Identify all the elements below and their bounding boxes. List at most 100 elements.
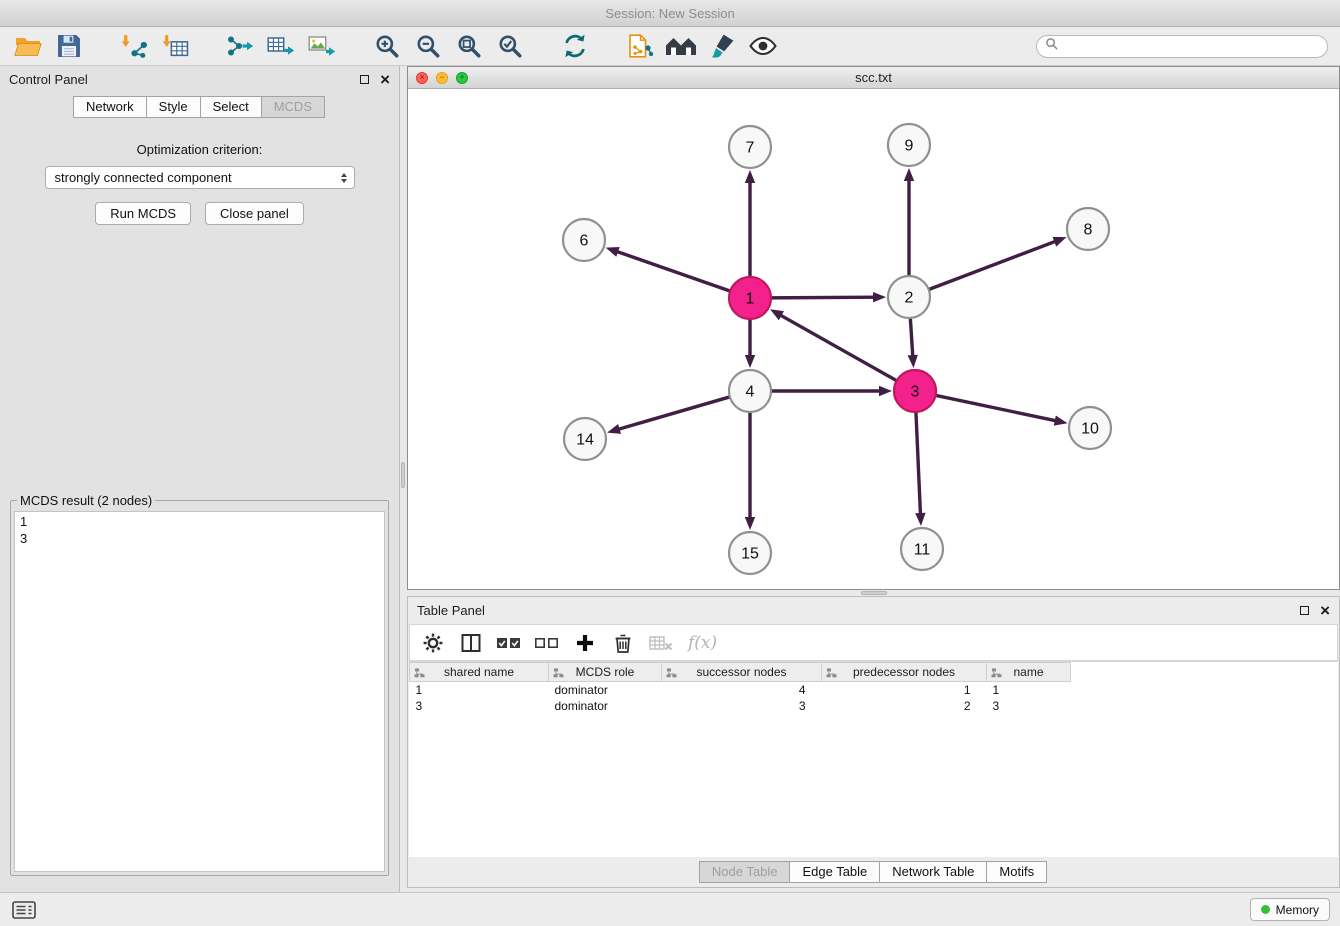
paint-button[interactable] xyxy=(706,30,738,62)
network-document-icon xyxy=(627,33,654,59)
graph-node-8[interactable]: 8 xyxy=(1067,208,1109,250)
import-network-button[interactable] xyxy=(118,30,150,62)
column-header-mcds-role[interactable]: MCDS role xyxy=(549,663,662,682)
graph-node-10[interactable]: 10 xyxy=(1069,407,1111,449)
table-cell[interactable]: 1 xyxy=(822,682,987,699)
tab-motifs[interactable]: Motifs xyxy=(986,861,1047,883)
task-history-button[interactable] xyxy=(10,899,38,921)
close-panel-button[interactable]: Close panel xyxy=(205,202,304,225)
close-window-icon[interactable]: × xyxy=(416,72,428,84)
tab-network[interactable]: Network xyxy=(73,96,147,118)
memory-status-icon xyxy=(1261,905,1270,914)
table-cell[interactable]: 3 xyxy=(987,698,1071,714)
edge-2-3[interactable] xyxy=(910,316,913,357)
graph-node-3[interactable]: 3 xyxy=(894,370,936,412)
network-document-button[interactable] xyxy=(624,30,656,62)
tab-network-table[interactable]: Network Table xyxy=(879,861,987,883)
search-box[interactable] xyxy=(1036,35,1328,58)
search-input[interactable] xyxy=(1063,36,1319,57)
close-table-panel-icon[interactable]: × xyxy=(1320,602,1330,619)
network-window-titlebar[interactable]: × − + scc.txt xyxy=(408,67,1339,89)
table-cell[interactable]: 1 xyxy=(987,682,1071,699)
table-cell[interactable]: dominator xyxy=(549,682,662,699)
graph-node-9[interactable]: 9 xyxy=(888,124,930,166)
select-all-columns-button[interactable] xyxy=(494,628,524,658)
tab-edge-table[interactable]: Edge Table xyxy=(789,861,880,883)
float-table-panel-icon[interactable] xyxy=(1300,606,1309,615)
graph-node-7[interactable]: 7 xyxy=(729,126,771,168)
splitter-grip[interactable] xyxy=(401,462,405,488)
function-builder-button[interactable]: f(x) xyxy=(688,633,717,653)
minimize-window-icon[interactable]: − xyxy=(436,72,448,84)
table-cell[interactable]: 3 xyxy=(662,698,822,714)
table-row[interactable]: 1dominator411 xyxy=(410,682,1339,699)
zoom-selected-button[interactable] xyxy=(494,30,526,62)
zoom-window-icon[interactable]: + xyxy=(456,72,468,84)
zoom-in-button[interactable] xyxy=(371,30,403,62)
tab-node-table[interactable]: Node Table xyxy=(699,861,791,883)
select-all-columns-icon xyxy=(496,633,522,653)
panel-splitter[interactable] xyxy=(400,66,407,892)
run-mcds-button[interactable]: Run MCDS xyxy=(95,202,191,225)
open-session-button[interactable] xyxy=(12,30,44,62)
save-session-button[interactable] xyxy=(53,30,85,62)
import-table-button[interactable] xyxy=(159,30,191,62)
zoom-out-button[interactable] xyxy=(412,30,444,62)
column-header-name[interactable]: name xyxy=(987,663,1071,682)
float-panel-icon[interactable] xyxy=(360,75,369,84)
table-cell[interactable]: dominator xyxy=(549,698,662,714)
tab-select[interactable]: Select xyxy=(200,96,262,118)
network-canvas[interactable]: 7 9 6 8 1 2 4 3 14 10 15 11 xyxy=(408,89,1339,589)
splitter-grip[interactable] xyxy=(861,591,887,595)
optimization-dropdown[interactable]: strongly connected component xyxy=(45,166,355,189)
graph-node-6[interactable]: 6 xyxy=(563,219,605,261)
svg-text:9: 9 xyxy=(905,138,914,155)
table-cell[interactable]: 2 xyxy=(822,698,987,714)
mcds-result-text[interactable]: 1 3 xyxy=(14,511,385,872)
column-header-successor-nodes[interactable]: successor nodes xyxy=(662,663,822,682)
graph-node-4[interactable]: 4 xyxy=(729,370,771,412)
table-cell[interactable]: 1 xyxy=(410,682,549,699)
table-cell[interactable]: 3 xyxy=(410,698,549,714)
edge-3-10[interactable] xyxy=(934,395,1057,421)
home-button[interactable] xyxy=(665,30,697,62)
window-title: Session: New Session xyxy=(605,6,734,21)
edge-1-6[interactable] xyxy=(616,251,732,292)
graph-node-11[interactable]: 11 xyxy=(901,528,943,570)
table-row[interactable]: 3dominator323 xyxy=(410,698,1339,714)
eye-button[interactable] xyxy=(747,30,779,62)
table-settings-button[interactable] xyxy=(418,628,448,658)
edge-1-2[interactable] xyxy=(769,297,875,298)
edge-2-8[interactable] xyxy=(927,241,1056,290)
add-row-button[interactable] xyxy=(570,628,600,658)
column-header-predecessor-nodes[interactable]: predecessor nodes xyxy=(822,663,987,682)
network-graph[interactable]: 7 9 6 8 1 2 4 3 14 10 15 11 xyxy=(408,89,1338,589)
deselect-all-columns-button[interactable] xyxy=(532,628,562,658)
paint-icon xyxy=(709,33,735,59)
graph-node-2[interactable]: 2 xyxy=(888,276,930,318)
delete-table-button[interactable] xyxy=(646,628,676,658)
zoom-fit-button[interactable] xyxy=(453,30,485,62)
split-table-button[interactable] xyxy=(456,628,486,658)
close-panel-icon[interactable]: × xyxy=(380,71,390,88)
table-cell[interactable]: 4 xyxy=(662,682,822,699)
edge-3-11[interactable] xyxy=(916,410,921,515)
export-table-button[interactable] xyxy=(265,30,297,62)
tab-mcds[interactable]: MCDS xyxy=(261,96,325,118)
graph-node-1[interactable]: 1 xyxy=(729,277,771,319)
graph-node-15[interactable]: 15 xyxy=(729,532,771,574)
memory-button[interactable]: Memory xyxy=(1250,898,1330,921)
apply-layout-button[interactable] xyxy=(559,30,591,62)
delete-row-button[interactable] xyxy=(608,628,638,658)
column-header-shared-name[interactable]: shared name xyxy=(410,663,549,682)
edge-4-14[interactable] xyxy=(618,396,732,429)
table-splitter[interactable] xyxy=(407,590,1340,596)
graph-node-14[interactable]: 14 xyxy=(564,418,606,460)
edge-3-1[interactable] xyxy=(780,315,899,382)
svg-text:14: 14 xyxy=(576,432,594,449)
export-network-button[interactable] xyxy=(224,30,256,62)
edge-arrow-icon xyxy=(770,309,784,320)
export-image-button[interactable] xyxy=(306,30,338,62)
tab-style[interactable]: Style xyxy=(146,96,201,118)
split-table-icon xyxy=(460,632,482,654)
